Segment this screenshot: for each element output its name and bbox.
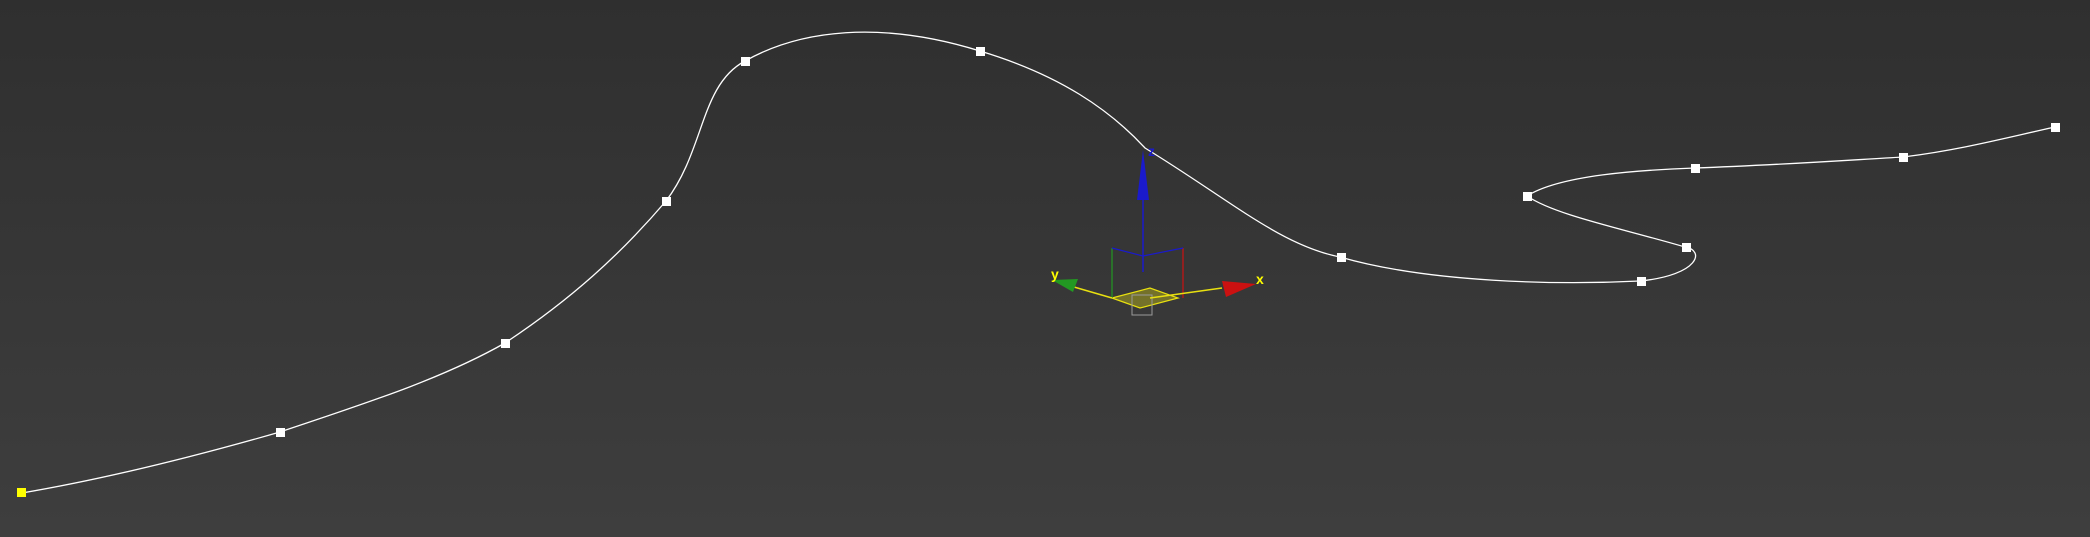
viewport-canvas[interactable]: z x y xyxy=(0,0,2090,537)
spline-vertices xyxy=(17,47,2060,497)
xy-plane-handle[interactable] xyxy=(1112,288,1178,308)
viewport[interactable]: z x y xyxy=(0,0,2090,537)
spline-vertex[interactable] xyxy=(1337,253,1346,262)
spline-vertex-first[interactable] xyxy=(17,488,26,497)
transform-gizmo[interactable]: z x y xyxy=(1051,143,1264,316)
x-axis-label: x xyxy=(1256,271,1264,287)
spline-vertex[interactable] xyxy=(976,47,985,56)
spline-vertex[interactable] xyxy=(1682,243,1691,252)
spline-vertex[interactable] xyxy=(2051,123,2060,132)
spline-vertex[interactable] xyxy=(276,428,285,437)
spline-vertex[interactable] xyxy=(1523,192,1532,201)
spline-curve[interactable] xyxy=(21,31,2056,494)
spline-vertex[interactable] xyxy=(501,339,510,348)
z-helper-left xyxy=(1111,247,1144,257)
spline-vertex[interactable] xyxy=(1691,164,1700,173)
spline-vertex[interactable] xyxy=(741,57,750,66)
z-helper-right xyxy=(1142,247,1184,257)
spline-vertex[interactable] xyxy=(1637,277,1646,286)
z-axis-label: z xyxy=(1148,143,1155,159)
y-axis-line[interactable] xyxy=(1073,286,1113,299)
y-axis-label: y xyxy=(1051,266,1059,282)
x-axis-arrow[interactable] xyxy=(1222,281,1256,297)
spline-vertex[interactable] xyxy=(1899,153,1908,162)
spline-vertex[interactable] xyxy=(662,197,671,206)
